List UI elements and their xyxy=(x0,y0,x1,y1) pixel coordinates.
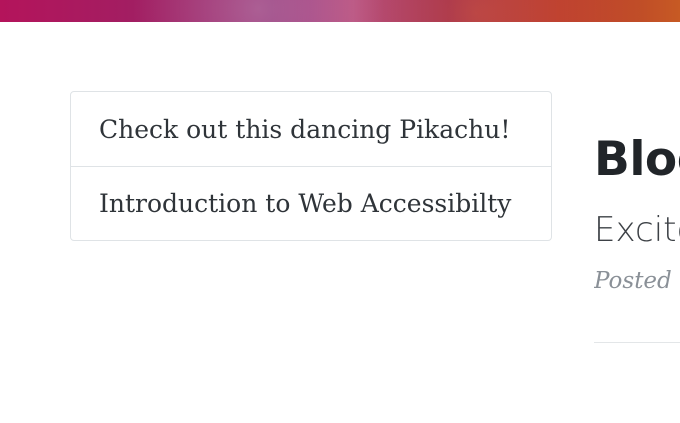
header-hero-image xyxy=(0,0,680,22)
post-meta: Posted b xyxy=(594,268,680,294)
post-title[interactable]: Blog xyxy=(594,132,680,187)
post-link-dancing-pikachu[interactable]: Check out this dancing Pikachu! xyxy=(71,92,551,166)
post-link-label: Check out this dancing Pikachu! xyxy=(99,114,511,144)
post-subtitle: Excite xyxy=(594,210,680,250)
post-preview[interactable]: Blog Excite Posted b xyxy=(594,128,680,368)
post-divider xyxy=(594,342,680,343)
post-link-web-accessibility[interactable]: Introduction to Web Accessibilty xyxy=(71,166,551,240)
posts-list: Check out this dancing Pikachu! Introduc… xyxy=(70,91,552,241)
post-link-label: Introduction to Web Accessibilty xyxy=(99,189,512,218)
